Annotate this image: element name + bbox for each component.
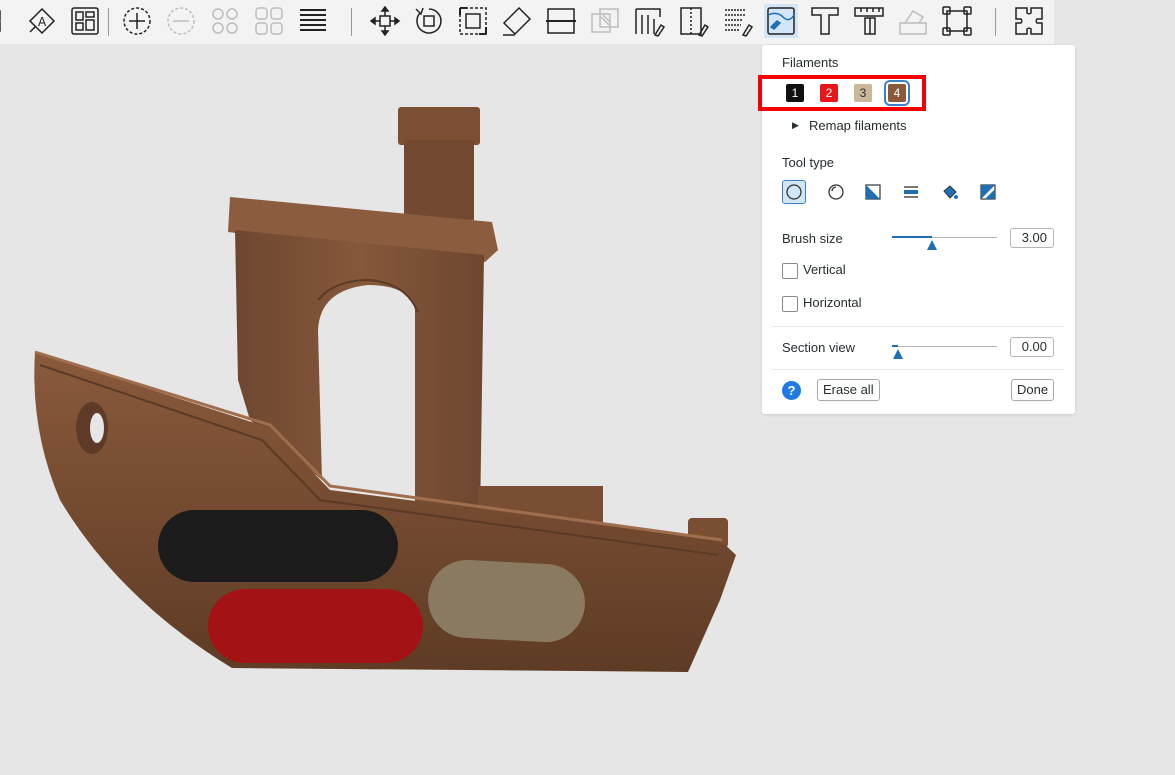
section-view-label: Section view (782, 340, 855, 355)
layers-icon[interactable] (296, 4, 330, 38)
done-button[interactable]: Done (1011, 379, 1055, 401)
color-paint-icon[interactable] (764, 4, 798, 38)
filaments-label: Filaments (782, 55, 839, 70)
scale-icon[interactable] (456, 4, 490, 38)
section-view-slider-thumb[interactable] (893, 349, 904, 359)
filament-swatch-2[interactable]: 2 (820, 84, 838, 102)
fuzzy-skin-icon[interactable] (720, 4, 754, 38)
rotate-icon[interactable] (412, 4, 446, 38)
split-objects-icon[interactable] (208, 4, 242, 38)
divider (772, 369, 1065, 370)
fill-bucket-icon[interactable] (938, 180, 962, 204)
filament-swatch-1[interactable]: 1 (786, 84, 804, 102)
measure-icon[interactable] (852, 4, 886, 38)
svg-text:A: A (38, 15, 47, 29)
boolean-icon[interactable] (588, 4, 622, 38)
seam-paint-icon[interactable] (676, 4, 710, 38)
gap-fill-icon[interactable] (976, 180, 1000, 204)
brim-ears-icon[interactable] (896, 4, 930, 38)
horizontal-label: Horizontal (803, 295, 862, 310)
section-view-slider[interactable] (892, 346, 997, 347)
split-parts-icon[interactable] (252, 4, 286, 38)
vertical-label: Vertical (803, 262, 846, 277)
orient-icon[interactable]: A (25, 4, 59, 38)
brush-size-label: Brush size (782, 231, 843, 246)
arrange-icon[interactable] (0, 4, 20, 38)
brush-size-slider-thumb[interactable] (926, 240, 937, 250)
brush-size-slider-fill (892, 236, 932, 238)
divider (772, 326, 1065, 327)
circle-brush-icon[interactable] (782, 180, 806, 204)
color-paint-panel: Filaments 1 2 3 4 ▶ Remap filaments Tool… (762, 45, 1075, 414)
add-plate-icon[interactable] (120, 4, 154, 38)
remap-filaments-link[interactable]: Remap filaments (809, 118, 907, 133)
support-paint-icon[interactable] (632, 4, 666, 38)
filament-swatch-3[interactable]: 3 (854, 84, 872, 102)
horizontal-checkbox[interactable] (782, 296, 798, 312)
cut-icon[interactable] (544, 4, 578, 38)
simplify-icon[interactable] (940, 4, 974, 38)
filament-swatch-4[interactable]: 4 (884, 80, 910, 106)
section-view-slider-fill (892, 345, 899, 347)
lay-on-face-icon[interactable] (500, 4, 534, 38)
remove-plate-icon[interactable] (164, 4, 198, 38)
help-button[interactable]: ? (782, 381, 801, 400)
top-toolbar: A (0, 0, 1054, 44)
assembly-icon[interactable] (1012, 4, 1046, 38)
section-view-input[interactable]: 0.00 (1010, 337, 1054, 357)
brush-size-input[interactable]: 3.00 (1010, 228, 1054, 248)
height-range-icon[interactable] (899, 180, 923, 204)
expand-triangle-icon[interactable]: ▶ (792, 120, 799, 131)
erase-all-button[interactable]: Erase all (817, 379, 880, 401)
plate-layout-icon[interactable] (68, 4, 102, 38)
tool-type-label: Tool type (782, 155, 835, 170)
move-icon[interactable] (368, 4, 402, 38)
text-icon[interactable] (808, 4, 842, 38)
triangle-brush-icon[interactable] (861, 180, 885, 204)
vertical-checkbox[interactable] (782, 263, 798, 279)
sphere-brush-icon[interactable] (824, 180, 848, 204)
